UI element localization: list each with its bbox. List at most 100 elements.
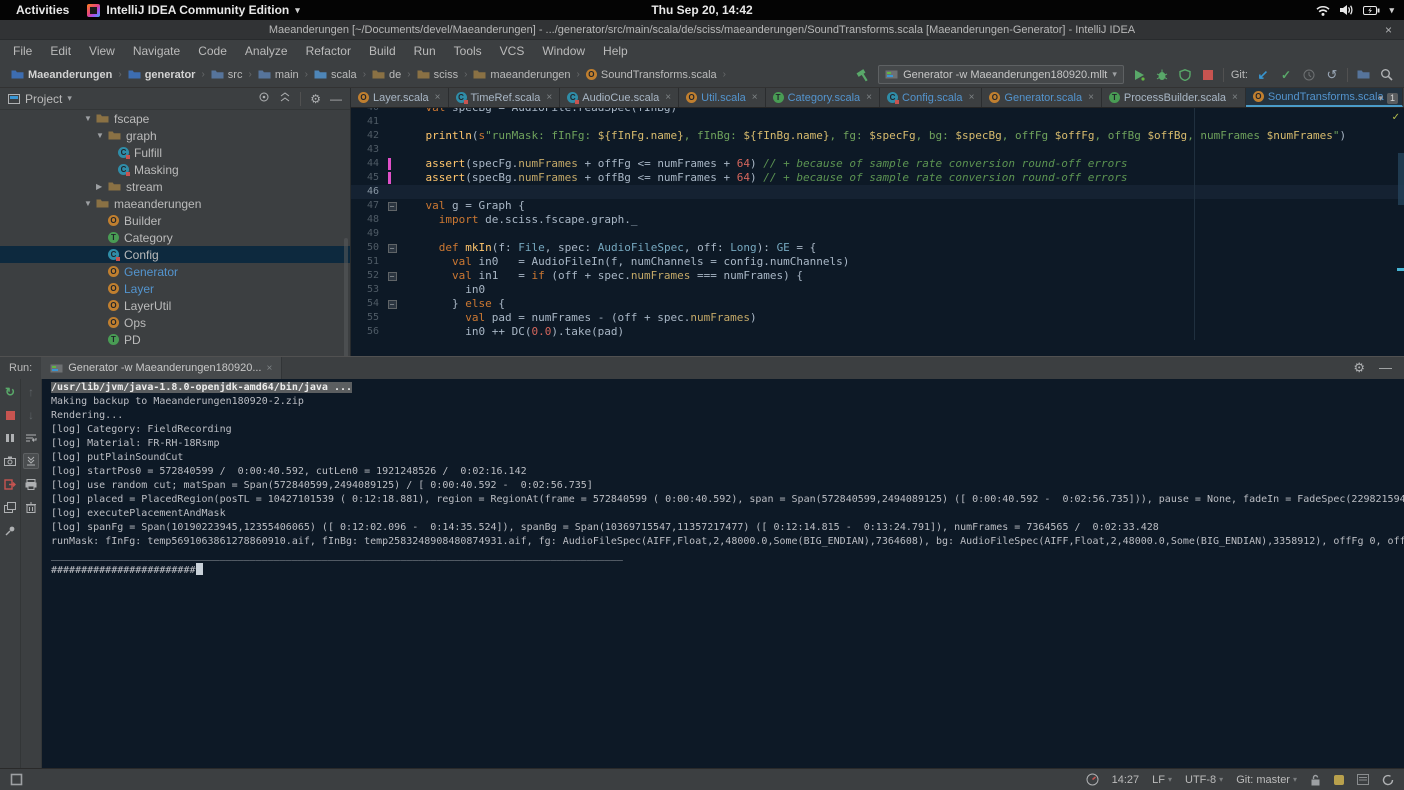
menu-run[interactable]: Run — [405, 40, 445, 62]
project-tree[interactable]: ▼ fscape ▼ graph CFulfill CMasking ▶ str… — [0, 110, 350, 348]
git-update-button[interactable]: ↙ — [1255, 67, 1271, 83]
tab-close-icon[interactable]: × — [866, 92, 872, 103]
tree-item-fulfill[interactable]: CFulfill — [0, 144, 350, 161]
breadcrumb-generator[interactable]: generator — [125, 68, 199, 82]
menu-refactor[interactable]: Refactor — [297, 40, 360, 62]
app-menu[interactable]: IntelliJ IDEA Community Edition ▾ — [87, 3, 299, 17]
tree-expand-icon[interactable]: ▼ — [96, 131, 108, 140]
breadcrumb-main[interactable]: main — [255, 68, 302, 82]
tree-item-pd[interactable]: TPD — [0, 331, 350, 348]
tree-item-masking[interactable]: CMasking — [0, 161, 350, 178]
tab-close-icon[interactable]: × — [546, 92, 552, 103]
tab-config-scala[interactable]: CConfig.scala × — [880, 88, 982, 107]
console-settings-icon[interactable] — [2, 499, 18, 515]
locate-file-icon[interactable] — [258, 91, 270, 106]
search-icon[interactable] — [1378, 67, 1394, 83]
stop-icon[interactable] — [2, 407, 18, 423]
gear-icon[interactable]: ⚙ — [1353, 360, 1365, 376]
fold-marker[interactable]: − — [385, 269, 399, 283]
run-button[interactable] — [1131, 67, 1147, 83]
menu-navigate[interactable]: Navigate — [124, 40, 189, 62]
status-time[interactable]: 14:27 — [1112, 774, 1140, 786]
menu-tools[interactable]: Tools — [445, 40, 491, 62]
tree-item-graph[interactable]: ▼ graph — [0, 127, 350, 144]
breadcrumb-maeanderungen[interactable]: maeanderungen — [470, 68, 573, 82]
folder-icon[interactable] — [1355, 67, 1371, 83]
menu-vcs[interactable]: VCS — [491, 40, 534, 62]
system-tray[interactable]: ▾ — [1316, 4, 1404, 16]
collapse-all-icon[interactable] — [279, 91, 291, 106]
tree-item-config[interactable]: CConfig — [0, 246, 350, 263]
up-arrow-icon[interactable]: ↑ — [23, 384, 39, 400]
git-rollback-button[interactable]: ↺ — [1324, 67, 1340, 83]
run-with-coverage-button[interactable] — [1177, 67, 1193, 83]
gauge-icon[interactable] — [1086, 773, 1099, 786]
down-arrow-icon[interactable]: ↓ — [23, 407, 39, 423]
tree-item-category[interactable]: TCategory — [0, 229, 350, 246]
tree-item-ops[interactable]: OOps — [0, 314, 350, 331]
tree-item-stream[interactable]: ▶ stream — [0, 178, 350, 195]
tree-expand-icon[interactable]: ▶ — [96, 182, 108, 191]
run-tab[interactable]: Generator -w Maeanderungen180920... × — [41, 357, 282, 379]
menu-help[interactable]: Help — [594, 40, 637, 62]
tab-close-icon[interactable]: × — [1232, 92, 1238, 103]
menu-analyze[interactable]: Analyze — [236, 40, 297, 62]
fold-marker[interactable]: − — [385, 297, 399, 311]
tab-close-icon[interactable]: × — [435, 92, 441, 103]
tree-item-layerutil[interactable]: OLayerUtil — [0, 297, 350, 314]
clear-all-icon[interactable] — [23, 499, 39, 515]
clock[interactable]: Thu Sep 20, 14:42 — [651, 0, 752, 20]
highlighting-level-icon[interactable] — [1334, 775, 1344, 785]
activities-button[interactable]: Activities — [16, 3, 69, 17]
breadcrumb-maeanderungen[interactable]: Maeanderungen — [8, 68, 115, 82]
tab-close-icon[interactable]: × — [1088, 92, 1094, 103]
git-commit-button[interactable]: ✓ — [1278, 67, 1294, 83]
tab-timeref-scala[interactable]: CTimeRef.scala × — [449, 88, 561, 107]
soft-wrap-icon[interactable] — [23, 430, 39, 446]
breadcrumb-de[interactable]: de — [369, 68, 404, 82]
code-editor[interactable]: 40 val specBg = AudioFile.readSpec(fInBg… — [351, 108, 1404, 340]
memory-indicator-icon[interactable] — [1357, 774, 1369, 785]
stop-button[interactable] — [1200, 67, 1216, 83]
tree-expand-icon[interactable]: ▼ — [84, 199, 96, 208]
hidden-tabs-button[interactable]: ▾1 — [1378, 88, 1398, 108]
rerun-icon[interactable]: ↻ — [2, 384, 18, 400]
tab-layer-scala[interactable]: OLayer.scala × — [351, 88, 449, 107]
tab-close-icon[interactable]: × — [752, 92, 758, 103]
project-panel-title[interactable]: Project ▾ — [8, 92, 72, 106]
minimize-panel-icon[interactable]: — — [1379, 360, 1392, 376]
menu-file[interactable]: File — [4, 40, 41, 62]
run-configuration-select[interactable]: Generator -w Maeanderungen180920.mllt ▾ — [878, 65, 1124, 84]
inspections-status-icon[interactable]: ✓ — [1392, 112, 1400, 123]
fold-marker[interactable]: − — [385, 199, 399, 213]
print-icon[interactable] — [23, 476, 39, 492]
tree-item-generator[interactable]: OGenerator — [0, 263, 350, 280]
error-stripe-mark[interactable] — [1397, 268, 1404, 271]
tree-expand-icon[interactable]: ▼ — [84, 114, 96, 123]
tab-category-scala[interactable]: TCategory.scala × — [766, 88, 880, 107]
tree-item-fscape[interactable]: ▼ fscape — [0, 110, 350, 127]
lock-icon[interactable] — [1310, 774, 1321, 786]
editor-scrollbar[interactable] — [1398, 153, 1404, 205]
breadcrumb-scala[interactable]: scala — [311, 68, 360, 82]
tab-util-scala[interactable]: OUtil.scala × — [679, 88, 765, 107]
window-close-button[interactable]: × — [1385, 20, 1392, 40]
menu-view[interactable]: View — [80, 40, 124, 62]
tab-audiocue-scala[interactable]: CAudioCue.scala × — [560, 88, 679, 107]
exit-icon[interactable] — [2, 476, 18, 492]
encoding-widget[interactable]: UTF-8▾ — [1185, 774, 1223, 786]
breadcrumb-soundtransforms-scala[interactable]: OSoundTransforms.scala — [583, 68, 720, 82]
toolwindow-toggle-icon[interactable] — [10, 773, 23, 786]
tab-close-icon[interactable]: × — [665, 92, 671, 103]
menu-edit[interactable]: Edit — [41, 40, 80, 62]
breadcrumb-src[interactable]: src — [208, 68, 246, 82]
tree-item-layer[interactable]: OLayer — [0, 280, 350, 297]
debug-button[interactable] — [1154, 67, 1170, 83]
tab-close-icon[interactable]: × — [267, 363, 273, 374]
gear-icon[interactable]: ⚙ — [310, 92, 321, 106]
pause-icon[interactable] — [2, 430, 18, 446]
tab-generator-scala[interactable]: OGenerator.scala × — [982, 88, 1102, 107]
thread-dump-icon[interactable] — [2, 453, 18, 469]
tab-close-icon[interactable]: × — [969, 92, 975, 103]
tab-processbuilder-scala[interactable]: TProcessBuilder.scala × — [1102, 88, 1246, 107]
